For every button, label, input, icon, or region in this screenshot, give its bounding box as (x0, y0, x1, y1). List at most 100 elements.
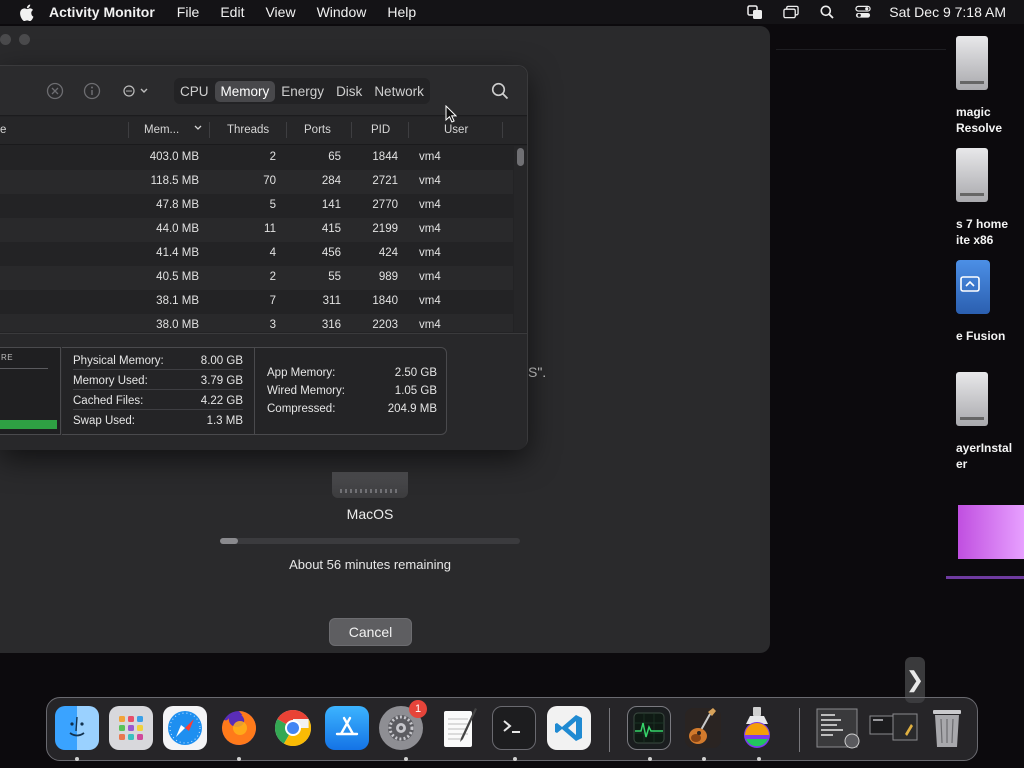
macos-installer-icon[interactable] (735, 706, 779, 750)
fusion-app-icon (956, 260, 990, 314)
menu-help[interactable]: Help (387, 4, 416, 20)
menu-file[interactable]: File (177, 4, 200, 20)
tab-cpu[interactable]: CPU (174, 81, 215, 102)
cell-threads: 11 (264, 223, 276, 235)
stat-value: 204.9 MB (387, 403, 437, 415)
install-progress-bar (220, 538, 520, 544)
desktop-item-resolve[interactable]: magic Resolve (956, 36, 1024, 136)
stat-value: 4.22 GB (200, 395, 243, 407)
info-icon[interactable] (83, 82, 101, 100)
tab-energy[interactable]: Energy (275, 81, 330, 102)
launchpad-icon[interactable] (109, 706, 153, 750)
chrome-icon[interactable] (271, 706, 315, 750)
menu-view[interactable]: View (265, 4, 295, 20)
tab-disk[interactable]: Disk (330, 81, 368, 102)
cell-user: vm4 (419, 223, 441, 235)
trash-icon[interactable] (925, 706, 969, 750)
target-disk-label: MacOS (346, 506, 394, 522)
cell-user: vm4 (419, 199, 441, 211)
desktop-item-label: s 7 home (956, 217, 1009, 231)
terminal-icon[interactable] (492, 706, 536, 750)
window-zoom-button[interactable] (0, 34, 11, 45)
menu-window[interactable]: Window (317, 4, 367, 20)
desktop-item-fusion[interactable]: e Fusion (956, 260, 1024, 344)
window-minimize-button[interactable] (19, 34, 30, 45)
tab-network[interactable]: Network (368, 81, 430, 102)
textedit-icon[interactable] (437, 706, 481, 750)
column-header-user[interactable]: User (444, 124, 468, 136)
window-switch-icon[interactable] (783, 4, 799, 20)
table-row[interactable]: 38.1 MB 7 311 1840 vm4 (0, 290, 513, 314)
cell-ports: 311 (322, 295, 341, 307)
column-header-threads[interactable]: Threads (227, 124, 269, 136)
scrollbar-thumb[interactable] (517, 148, 524, 166)
screen-mirroring-icon[interactable] (747, 4, 763, 20)
column-divider[interactable] (351, 122, 352, 138)
table-row[interactable]: 44.0 MB 11 415 2199 vm4 (0, 218, 513, 242)
cell-memory: 403.0 MB (149, 151, 199, 163)
garageband-icon[interactable] (681, 706, 725, 750)
sort-descending-icon (193, 123, 203, 136)
hard-drive-icon (332, 472, 408, 498)
menu-app-name[interactable]: Activity Monitor (49, 4, 155, 20)
search-icon[interactable] (491, 82, 509, 100)
table-row[interactable]: 118.5 MB 70 284 2721 vm4 (0, 170, 513, 194)
cell-pid: 2203 (372, 319, 398, 331)
column-header-name[interactable]: e (0, 124, 6, 136)
stat-value: 3.79 GB (200, 375, 243, 387)
cancel-button[interactable]: Cancel (329, 618, 412, 646)
column-divider[interactable] (408, 122, 409, 138)
dock: 1 (46, 697, 978, 761)
cell-user: vm4 (419, 247, 441, 259)
running-indicator (75, 757, 79, 761)
tab-bar: CPU Memory Energy Disk Network (174, 78, 430, 104)
stat-value: 8.00 GB (200, 355, 243, 367)
desktop-item-player-installer[interactable]: ayerInstal er (956, 372, 1024, 472)
memory-pressure-graph: RE (0, 347, 61, 435)
memory-stats: Physical Memory: 8.00 GB Memory Used: 3.… (62, 347, 254, 435)
table-row[interactable]: 38.0 MB 3 316 2203 vm4 (0, 314, 513, 332)
spotlight-search-icon[interactable] (819, 4, 835, 20)
vscode-icon[interactable] (547, 706, 591, 750)
cell-user: vm4 (419, 295, 441, 307)
finder-icon[interactable] (55, 706, 99, 750)
cell-ports: 141 (321, 199, 341, 211)
desktop-item-label: ite x86 (956, 233, 994, 247)
stop-process-icon[interactable] (46, 82, 64, 100)
tab-memory[interactable]: Memory (214, 80, 276, 102)
more-actions-icon[interactable] (120, 82, 154, 100)
column-header-ports[interactable]: Ports (304, 124, 331, 136)
menu-edit[interactable]: Edit (220, 4, 244, 20)
menu-clock[interactable]: Sat Dec 9 7:18 AM (889, 4, 1006, 20)
screenshots-stack-icon[interactable] (869, 706, 919, 750)
column-header-pid[interactable]: PID (371, 124, 390, 136)
system-settings-icon[interactable]: 1 (379, 700, 427, 750)
downloads-stack-icon[interactable] (813, 706, 863, 750)
column-divider[interactable] (502, 122, 503, 138)
desktop-item-windows[interactable]: s 7 home ite x86 (956, 148, 1024, 248)
table-row[interactable]: 41.4 MB 4 456 424 vm4 (0, 242, 513, 266)
column-divider[interactable] (286, 122, 287, 138)
running-indicator (757, 757, 761, 761)
desktop-window-strip (776, 30, 946, 50)
column-divider[interactable] (209, 122, 210, 138)
table-row[interactable]: 47.8 MB 5 141 2770 vm4 (0, 194, 513, 218)
table-row[interactable]: 403.0 MB 2 65 1844 vm4 (0, 146, 513, 170)
apple-menu-icon[interactable] (19, 4, 35, 21)
activity-monitor-icon[interactable] (627, 706, 671, 750)
stat-swap-used: Swap Used: 1.3 MB (73, 412, 243, 430)
column-divider[interactable] (128, 122, 129, 138)
desktop-item-label: ayerInstal (956, 441, 1013, 455)
cell-memory: 41.4 MB (156, 247, 199, 259)
running-indicator (513, 757, 517, 761)
column-header-memory[interactable]: Mem... (144, 124, 179, 136)
safari-icon[interactable] (163, 706, 207, 750)
firefox-icon[interactable] (217, 706, 261, 750)
table-scrollbar[interactable] (514, 146, 527, 332)
control-center-icon[interactable] (855, 4, 871, 20)
app-store-icon[interactable] (325, 706, 369, 750)
table-row[interactable]: 40.5 MB 2 55 989 vm4 (0, 266, 513, 290)
cell-pid: 424 (378, 247, 398, 259)
cell-pid: 2199 (372, 223, 398, 235)
stat-label: Physical Memory: (73, 355, 164, 367)
